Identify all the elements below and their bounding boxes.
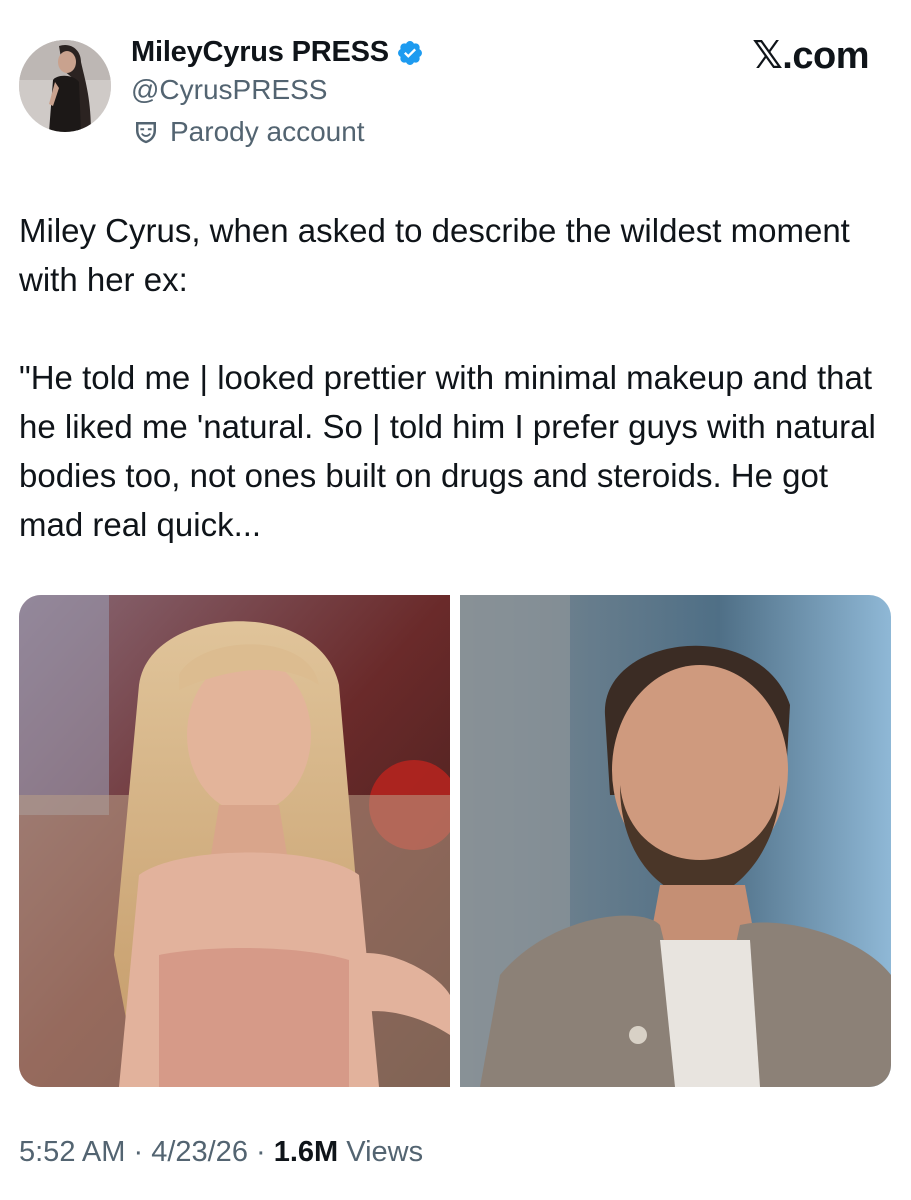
avatar-photo-icon bbox=[19, 40, 111, 132]
tweet-time[interactable]: 5:52 AM bbox=[19, 1136, 125, 1168]
theater-mask-icon bbox=[136, 122, 156, 144]
tweet-paragraph: "He told me | looked prettier with minim… bbox=[19, 359, 876, 543]
meta-separator: · bbox=[125, 1136, 152, 1168]
author-display-name[interactable]: MileyCyrus PRESS bbox=[131, 36, 424, 69]
photo-man-icon bbox=[460, 595, 891, 1087]
tweet-card: MileyCyrus PRESS @CyrusPRESS Parody acco… bbox=[0, 0, 911, 1200]
tweet-text: Miley Cyrus, when asked to describe the … bbox=[19, 206, 899, 549]
verified-badge-icon bbox=[397, 40, 422, 65]
display-name-text: MileyCyrus PRESS bbox=[131, 36, 389, 68]
parody-label: Parody account bbox=[131, 116, 365, 148]
brand-logo: 𝕏.com bbox=[752, 35, 869, 77]
views-label: Views bbox=[338, 1136, 424, 1168]
views-count[interactable]: 1.6M bbox=[274, 1136, 338, 1168]
tweet-meta: 5:52 AM · 4/23/26 · 1.6M Views bbox=[19, 1136, 423, 1169]
media-grid bbox=[19, 595, 891, 1087]
tweet-date[interactable]: 4/23/26 bbox=[151, 1136, 248, 1168]
parody-label-text: Parody account bbox=[170, 116, 365, 147]
photo-woman-icon bbox=[19, 595, 450, 1087]
meta-separator: · bbox=[247, 1136, 274, 1168]
media-image-left[interactable] bbox=[19, 595, 450, 1087]
avatar[interactable] bbox=[19, 40, 111, 132]
media-image-right[interactable] bbox=[460, 595, 891, 1087]
tweet-paragraph: Miley Cyrus, when asked to describe the … bbox=[19, 212, 850, 298]
author-handle[interactable]: @CyrusPRESS bbox=[131, 74, 327, 106]
